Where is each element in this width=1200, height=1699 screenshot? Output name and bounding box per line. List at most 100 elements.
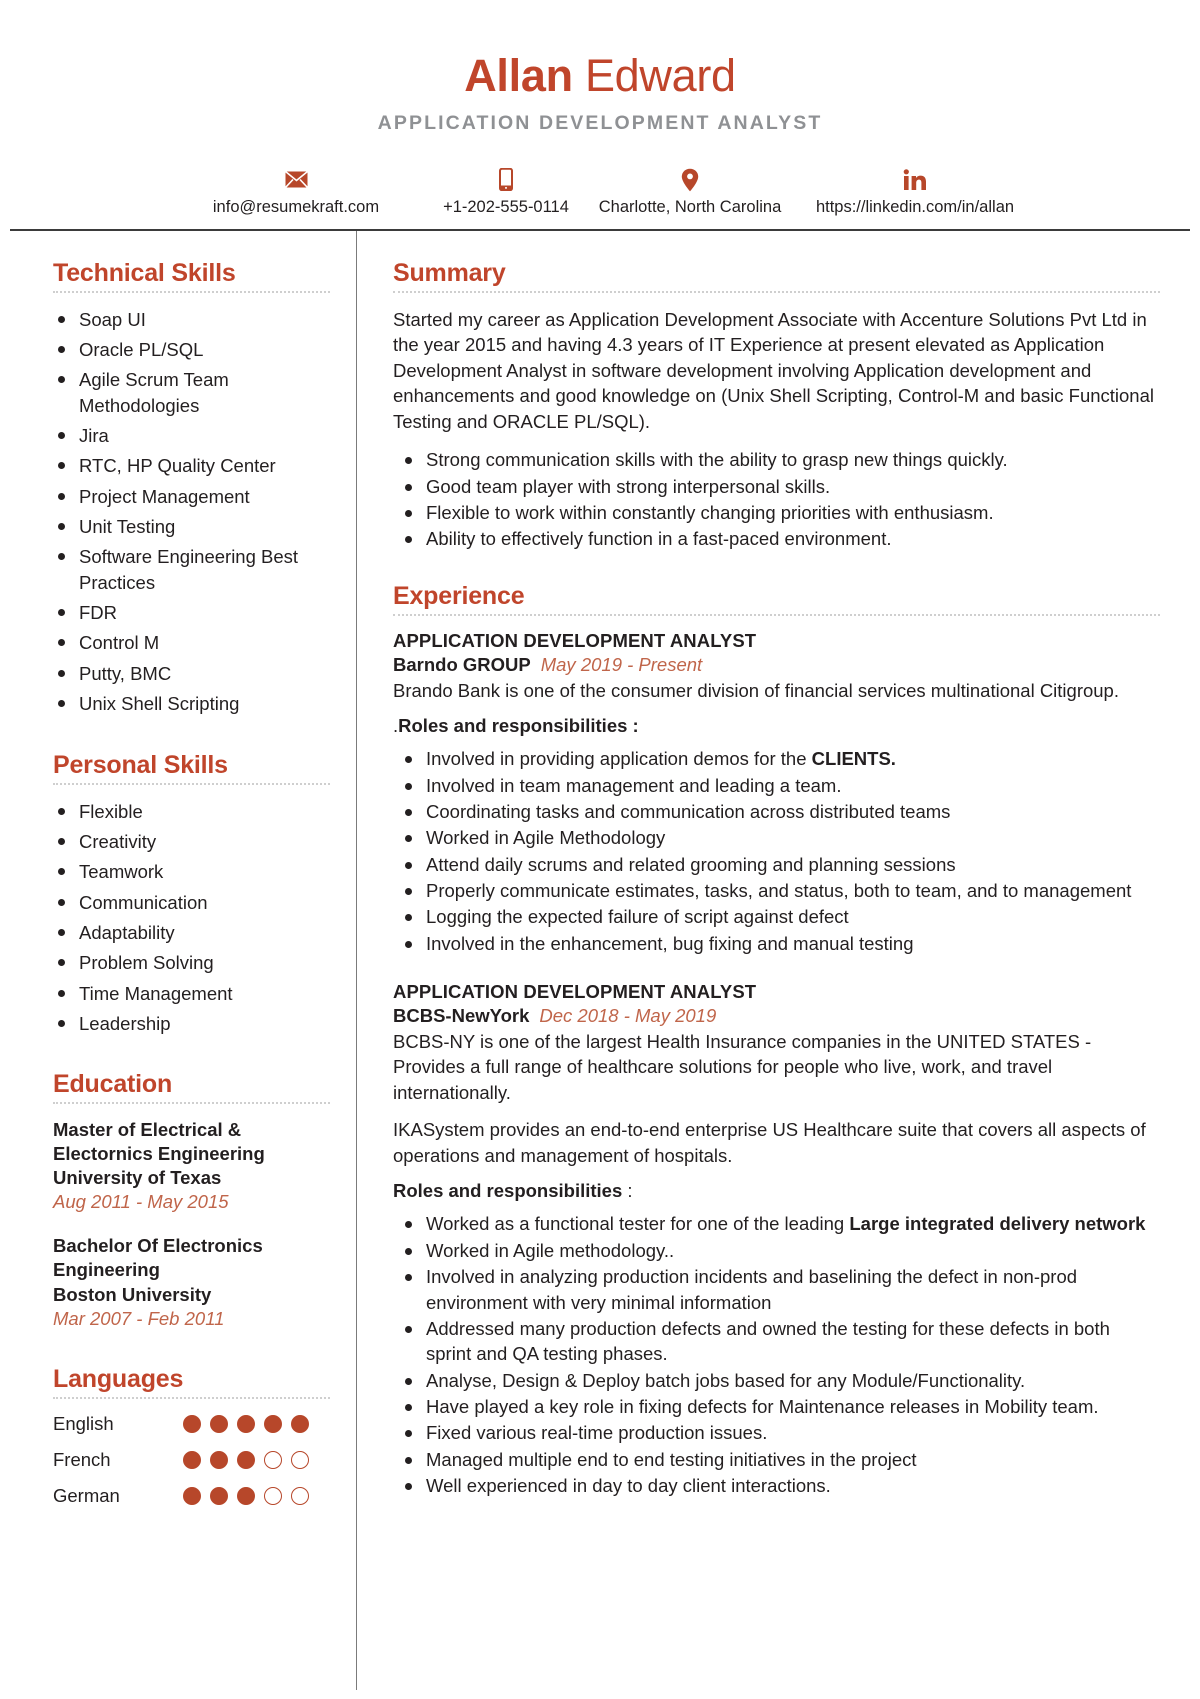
list-item: Teamwork: [53, 859, 330, 884]
contact-linkedin[interactable]: https://linkedin.com/in/allan: [795, 168, 1035, 217]
languages-heading: Languages: [53, 1364, 184, 1393]
section-rule: [53, 1102, 330, 1105]
experience-role: APPLICATION DEVELOPMENT ANALYST: [393, 980, 757, 1002]
rating-dot-empty: [291, 1486, 309, 1505]
responsibilities-title: Roles and responsibilities :: [398, 715, 639, 737]
education-school: University of Texas: [53, 1167, 222, 1189]
responsibilities-list: Involved in providing application demos …: [393, 746, 1160, 956]
education-entry: Master of Electrical & Electornics Engin…: [53, 1118, 330, 1214]
list-item: Coordinating tasks and communication acr…: [393, 799, 1160, 824]
section-languages: Languages English French German: [53, 1365, 330, 1507]
rating-dot-filled: [210, 1450, 228, 1469]
responsibilities-label: .Roles and responsibilities :: [393, 715, 1160, 737]
list-item: Attend daily scrums and related grooming…: [393, 852, 1160, 877]
section-summary: Summary Started my career as Application…: [393, 259, 1160, 552]
list-item: Putty, BMC: [53, 661, 330, 686]
responsibilities-title: Roles and responsibilities: [393, 1180, 623, 1202]
section-rule: [393, 290, 1160, 293]
list-item: Software Engineering Best Practices: [53, 544, 330, 595]
list-item: Project Management: [53, 484, 330, 509]
section-personal-skills: Personal Skills Flexible Creativity Team…: [53, 751, 330, 1037]
list-item: Time Management: [53, 981, 330, 1006]
list-item: Creativity: [53, 829, 330, 854]
education-heading: Education: [53, 1070, 173, 1099]
experience-company: Barndo GROUP: [393, 653, 531, 675]
list-item: Properly communicate estimates, tasks, a…: [393, 878, 1160, 903]
technical-skills-heading: Technical Skills: [53, 258, 236, 287]
contact-linkedin-text: https://linkedin.com/in/allan: [815, 197, 1015, 216]
language-level-dots: [183, 1414, 309, 1433]
list-item: Flexible: [53, 799, 330, 824]
experience-entry: APPLICATION DEVELOPMENT ANALYST BCBS-New…: [393, 981, 1160, 1498]
rating-dot-filled: [210, 1486, 228, 1505]
last-name: Edward: [584, 50, 736, 101]
list-item: FDR: [53, 600, 330, 625]
language-name: German: [53, 1484, 120, 1506]
contact-email[interactable]: info@resumekraft.com: [165, 168, 427, 217]
experience-role: APPLICATION DEVELOPMENT ANALYST: [393, 629, 757, 651]
section-rule: [53, 782, 330, 785]
list-item: Analyse, Design & Deploy batch jobs base…: [393, 1368, 1160, 1393]
education-degree: Bachelor Of Electronics Engineering: [53, 1235, 263, 1281]
first-name: Allan: [464, 50, 573, 101]
contact-email-text: info@resumekraft.com: [212, 197, 380, 216]
envelope-icon: [284, 168, 308, 192]
list-item: Worked in Agile Methodology: [393, 825, 1160, 850]
list-item: Fixed various real-time production issue…: [393, 1420, 1160, 1445]
summary-bullets: Strong communication skills with the abi…: [393, 447, 1160, 551]
rating-dot-empty: [264, 1486, 282, 1505]
map-pin-icon: [681, 168, 699, 192]
education-dates: Mar 2007 - Feb 2011: [53, 1307, 225, 1329]
page-title: Allan Edward: [0, 52, 1200, 100]
summary-heading: Summary: [393, 258, 506, 287]
resume-body: Technical Skills Soap UI Oracle PL/SQL A…: [0, 230, 1200, 1690]
language-name: English: [53, 1412, 114, 1434]
experience-description: Brando Bank is one of the consumer divis…: [393, 679, 1119, 701]
rating-dot-filled: [237, 1486, 255, 1505]
list-item: Leadership: [53, 1011, 330, 1036]
rating-dot-empty: [291, 1450, 309, 1469]
resume-page: Allan Edward APPLICATION DEVELOPMENT ANA…: [0, 0, 1200, 1699]
list-item: Flexible to work within constantly chang…: [393, 500, 1160, 525]
experience-description-2: IKASystem provides an end-to-end enterpr…: [393, 1119, 1146, 1166]
rating-dot-filled: [237, 1450, 255, 1469]
rating-dot-empty: [264, 1450, 282, 1469]
experience-company-line: Barndo GROUP May 2019 - Present: [393, 654, 1160, 676]
list-item: Involved in team management and leading …: [393, 773, 1160, 798]
responsibilities-list: Worked as a functional tester for one of…: [393, 1211, 1160, 1498]
contact-location-text: Charlotte, North Carolina: [598, 197, 782, 216]
list-item: Involved in providing application demos …: [393, 746, 1160, 771]
list-item: Problem Solving: [53, 950, 330, 975]
experience-company-line: BCBS-NewYork Dec 2018 - May 2019: [393, 1005, 1160, 1027]
list-item: Well experienced in day to day client in…: [393, 1473, 1160, 1498]
rating-dot-filled: [291, 1414, 309, 1433]
rating-dot-filled: [183, 1486, 201, 1505]
rating-dot-filled: [183, 1414, 201, 1433]
list-item: Have played a key role in fixing defects…: [393, 1394, 1160, 1419]
main-content: Summary Started my career as Application…: [357, 231, 1192, 1690]
resume-header: Allan Edward APPLICATION DEVELOPMENT ANA…: [0, 0, 1200, 231]
list-item: Adaptability: [53, 920, 330, 945]
list-item: Unit Testing: [53, 514, 330, 539]
section-experience: Experience APPLICATION DEVELOPMENT ANALY…: [393, 582, 1160, 1499]
education-entry: Bachelor Of Electronics Engineering Bost…: [53, 1234, 330, 1330]
list-item: Addressed many production defects and ow…: [393, 1316, 1160, 1367]
technical-skills-list: Soap UI Oracle PL/SQL Agile Scrum Team M…: [53, 307, 330, 717]
list-item: Unix Shell Scripting: [53, 691, 330, 716]
contact-location: Charlotte, North Carolina: [585, 168, 795, 217]
experience-company: BCBS-NewYork: [393, 1004, 530, 1026]
rating-dot-filled: [210, 1414, 228, 1433]
list-item: Logging the expected failure of script a…: [393, 904, 1160, 929]
responsibilities-label: Roles and responsibilities :: [393, 1180, 1160, 1202]
experience-dates: Dec 2018 - May 2019: [539, 1004, 717, 1026]
contact-phone[interactable]: +1-202-555-0114: [427, 168, 585, 217]
language-level-dots: [183, 1450, 309, 1469]
section-rule: [53, 1396, 330, 1399]
section-rule: [53, 290, 330, 293]
list-item: Managed multiple end to end testing init…: [393, 1447, 1160, 1472]
experience-heading: Experience: [393, 581, 525, 610]
list-item: Control M: [53, 630, 330, 655]
list-item: Involved in analyzing production inciden…: [393, 1264, 1160, 1315]
section-education: Education Master of Electrical & Elector…: [53, 1070, 330, 1330]
education-school: Boston University: [53, 1283, 212, 1305]
